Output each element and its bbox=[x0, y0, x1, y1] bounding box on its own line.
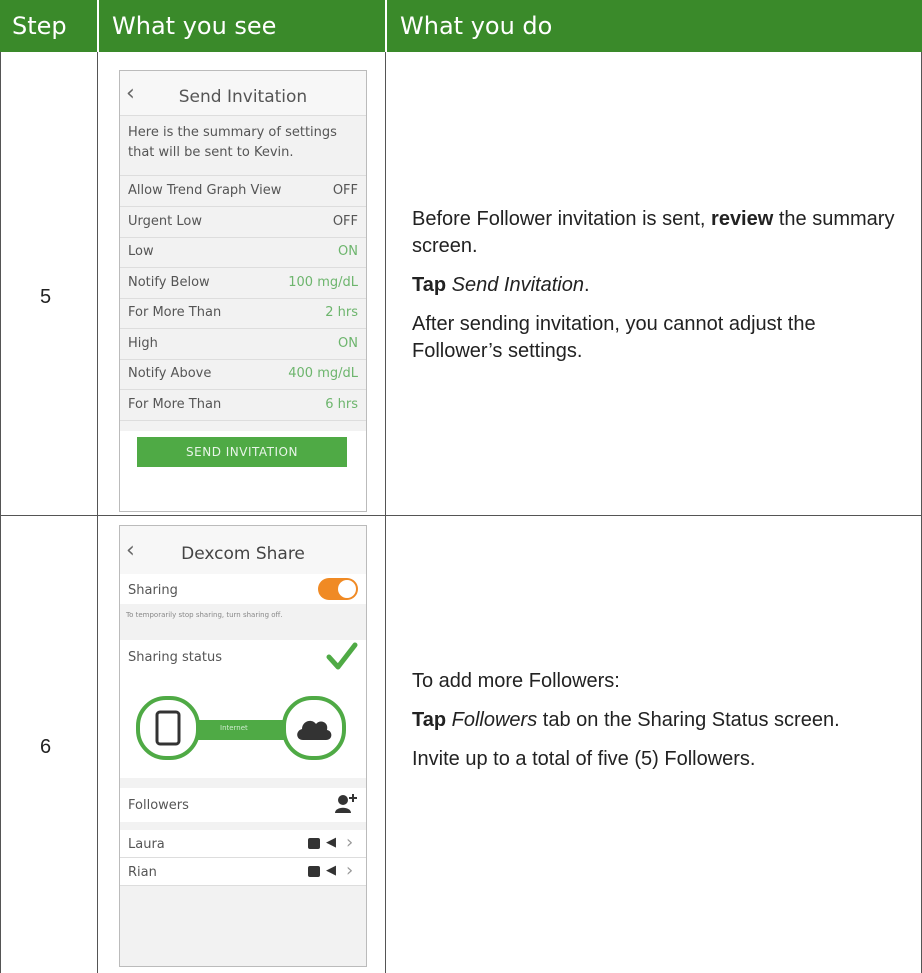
screen-title: Send Invitation bbox=[178, 87, 308, 107]
chevron-right-icon[interactable]: › bbox=[346, 832, 353, 853]
row-divider bbox=[0, 515, 922, 516]
divider bbox=[120, 206, 366, 207]
header-what-you-see: What you see bbox=[112, 12, 277, 40]
setting-label: Notify Above bbox=[128, 366, 212, 381]
setting-value: ON bbox=[338, 335, 358, 351]
divider bbox=[120, 358, 366, 360]
setting-label: Urgent Low bbox=[128, 213, 202, 229]
instruction-table: Step What you see What you do 5 ‹ Send I… bbox=[0, 0, 922, 973]
header-what-you-do: What you do bbox=[400, 12, 553, 40]
description-paragraph: Invite up to a total of five (5) Followe… bbox=[412, 748, 756, 770]
cloud-node bbox=[282, 696, 346, 760]
divider bbox=[120, 885, 366, 886]
screen-title: Dexcom Share bbox=[181, 544, 305, 564]
description-paragraph: Before Follower invitation is sent, revi… bbox=[412, 208, 895, 257]
connection-label: Internet bbox=[220, 724, 248, 732]
phone-node bbox=[136, 696, 200, 760]
setting-value: 400 mg/dL bbox=[288, 366, 358, 381]
divider bbox=[120, 175, 366, 176]
summary-text-line: that will be sent to Kevin. bbox=[128, 145, 294, 160]
description-paragraph: After sending invitation, you cannot adj… bbox=[412, 313, 816, 362]
follower-row[interactable]: Laura ◀ › bbox=[120, 830, 366, 858]
speaker-icon: ◀ bbox=[326, 835, 336, 850]
column-divider bbox=[385, 52, 386, 973]
column-divider bbox=[97, 52, 98, 973]
phone-screen-send-invitation: ‹ Send Invitation Here is the summary of… bbox=[119, 70, 367, 512]
followers-tab-label[interactable]: Followers bbox=[128, 798, 189, 813]
setting-value: 2 hrs bbox=[325, 305, 358, 320]
header-divider bbox=[97, 0, 99, 52]
follower-row[interactable]: Rian ◀ › bbox=[120, 858, 366, 886]
setting-label: Notify Below bbox=[128, 274, 210, 290]
chevron-right-icon[interactable]: › bbox=[346, 860, 353, 881]
header-divider bbox=[385, 0, 387, 52]
sharing-status-label: Sharing status bbox=[128, 650, 222, 665]
setting-value: OFF bbox=[332, 183, 358, 198]
send-invitation-button[interactable]: SEND INVITATION bbox=[137, 437, 347, 467]
setting-value: OFF bbox=[332, 213, 358, 229]
divider bbox=[120, 236, 366, 238]
add-follower-icon[interactable] bbox=[334, 793, 358, 815]
setting-label: Allow Trend Graph View bbox=[128, 183, 282, 198]
divider bbox=[120, 419, 366, 421]
step-number: 6 bbox=[40, 736, 52, 758]
divider bbox=[120, 297, 366, 299]
sharing-toggle[interactable] bbox=[318, 578, 358, 600]
toggle-knob bbox=[338, 580, 356, 598]
setting-label: For More Than bbox=[128, 396, 222, 412]
trend-graph-icon bbox=[308, 866, 320, 877]
step-number: 5 bbox=[40, 286, 52, 308]
setting-label: High bbox=[128, 335, 158, 351]
step-description: Before Follower invitation is sent, revi… bbox=[412, 206, 902, 377]
follower-name: Laura bbox=[128, 837, 165, 852]
divider bbox=[120, 267, 366, 268]
sharing-hint: To temporarily stop sharing, turn sharin… bbox=[126, 611, 283, 619]
checkmark-icon bbox=[326, 642, 358, 670]
header-step: Step bbox=[12, 12, 67, 40]
step-description: To add more Followers: Tap Followers tab… bbox=[412, 668, 902, 785]
setting-value: 6 hrs bbox=[325, 396, 358, 412]
speaker-icon: ◀ bbox=[326, 863, 336, 878]
summary-text-line: Here is the summary of settings bbox=[128, 125, 337, 140]
phone-screen-dexcom-share: ‹ Dexcom Share Sharing To temporarily st… bbox=[119, 525, 367, 967]
divider bbox=[120, 328, 366, 329]
follower-name: Rian bbox=[128, 865, 157, 880]
setting-label: For More Than bbox=[128, 305, 222, 320]
table-border-left bbox=[0, 52, 1, 973]
setting-label: Low bbox=[128, 244, 154, 259]
divider bbox=[120, 389, 366, 390]
description-paragraph: Tap Send Invitation. bbox=[412, 274, 590, 296]
setting-value: 100 mg/dL bbox=[288, 274, 358, 290]
trend-graph-icon bbox=[308, 838, 320, 849]
sharing-label: Sharing bbox=[128, 583, 178, 598]
description-paragraph: Tap Followers tab on the Sharing Status … bbox=[412, 709, 840, 731]
setting-value: ON bbox=[338, 244, 358, 259]
cloud-icon bbox=[297, 720, 332, 740]
divider bbox=[120, 115, 366, 116]
description-paragraph: To add more Followers: bbox=[412, 670, 620, 692]
smartphone-icon bbox=[155, 710, 181, 746]
